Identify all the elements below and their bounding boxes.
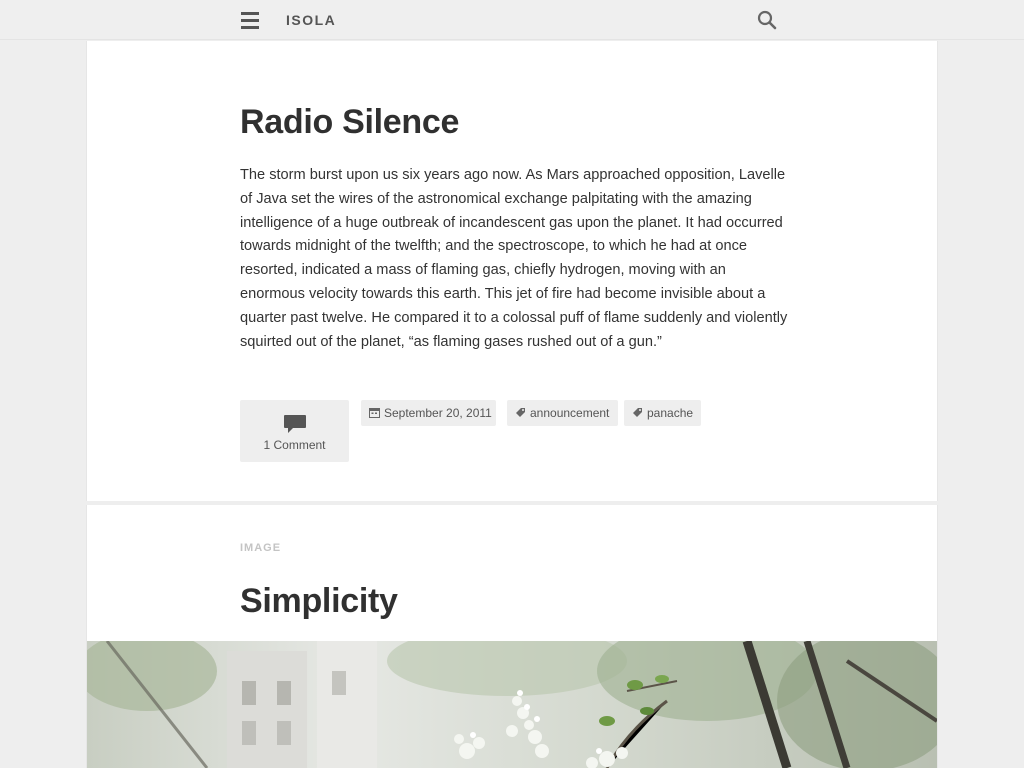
post-card: IMAGE Simplicity xyxy=(86,505,938,768)
hamburger-menu-icon xyxy=(241,11,259,15)
comment-count: 1 Comment xyxy=(263,438,326,452)
comments-link[interactable]: 1 Comment xyxy=(240,400,349,462)
search-button[interactable] xyxy=(757,10,777,30)
post-format-label[interactable]: IMAGE xyxy=(240,542,281,554)
tag-icon xyxy=(516,408,525,417)
menu-button[interactable] xyxy=(238,9,262,31)
tag-label: panache xyxy=(647,406,694,420)
tag-link-announcement[interactable]: announcement xyxy=(507,400,618,426)
featured-image[interactable] xyxy=(87,641,937,768)
tag-label: announcement xyxy=(530,406,610,420)
post-excerpt: The storm burst upon us six years ago no… xyxy=(240,167,788,350)
tag-link-panache[interactable]: panache xyxy=(624,400,701,426)
site-title[interactable]: ISOLA xyxy=(286,12,336,28)
post-card: Radio Silence The storm burst upon us si… xyxy=(86,41,938,501)
calendar-icon xyxy=(369,408,380,418)
search-icon xyxy=(757,10,777,30)
post-date: September 20, 2011 xyxy=(384,406,492,420)
comment-bubble-icon xyxy=(284,415,306,433)
post-date-link[interactable]: September 20, 2011 xyxy=(361,400,496,426)
blossom-photo xyxy=(87,641,937,768)
post-title[interactable]: Radio Silence xyxy=(240,103,459,142)
tag-icon xyxy=(633,408,642,417)
site-header: ISOLA xyxy=(0,0,1024,40)
post-title[interactable]: Simplicity xyxy=(240,582,398,621)
